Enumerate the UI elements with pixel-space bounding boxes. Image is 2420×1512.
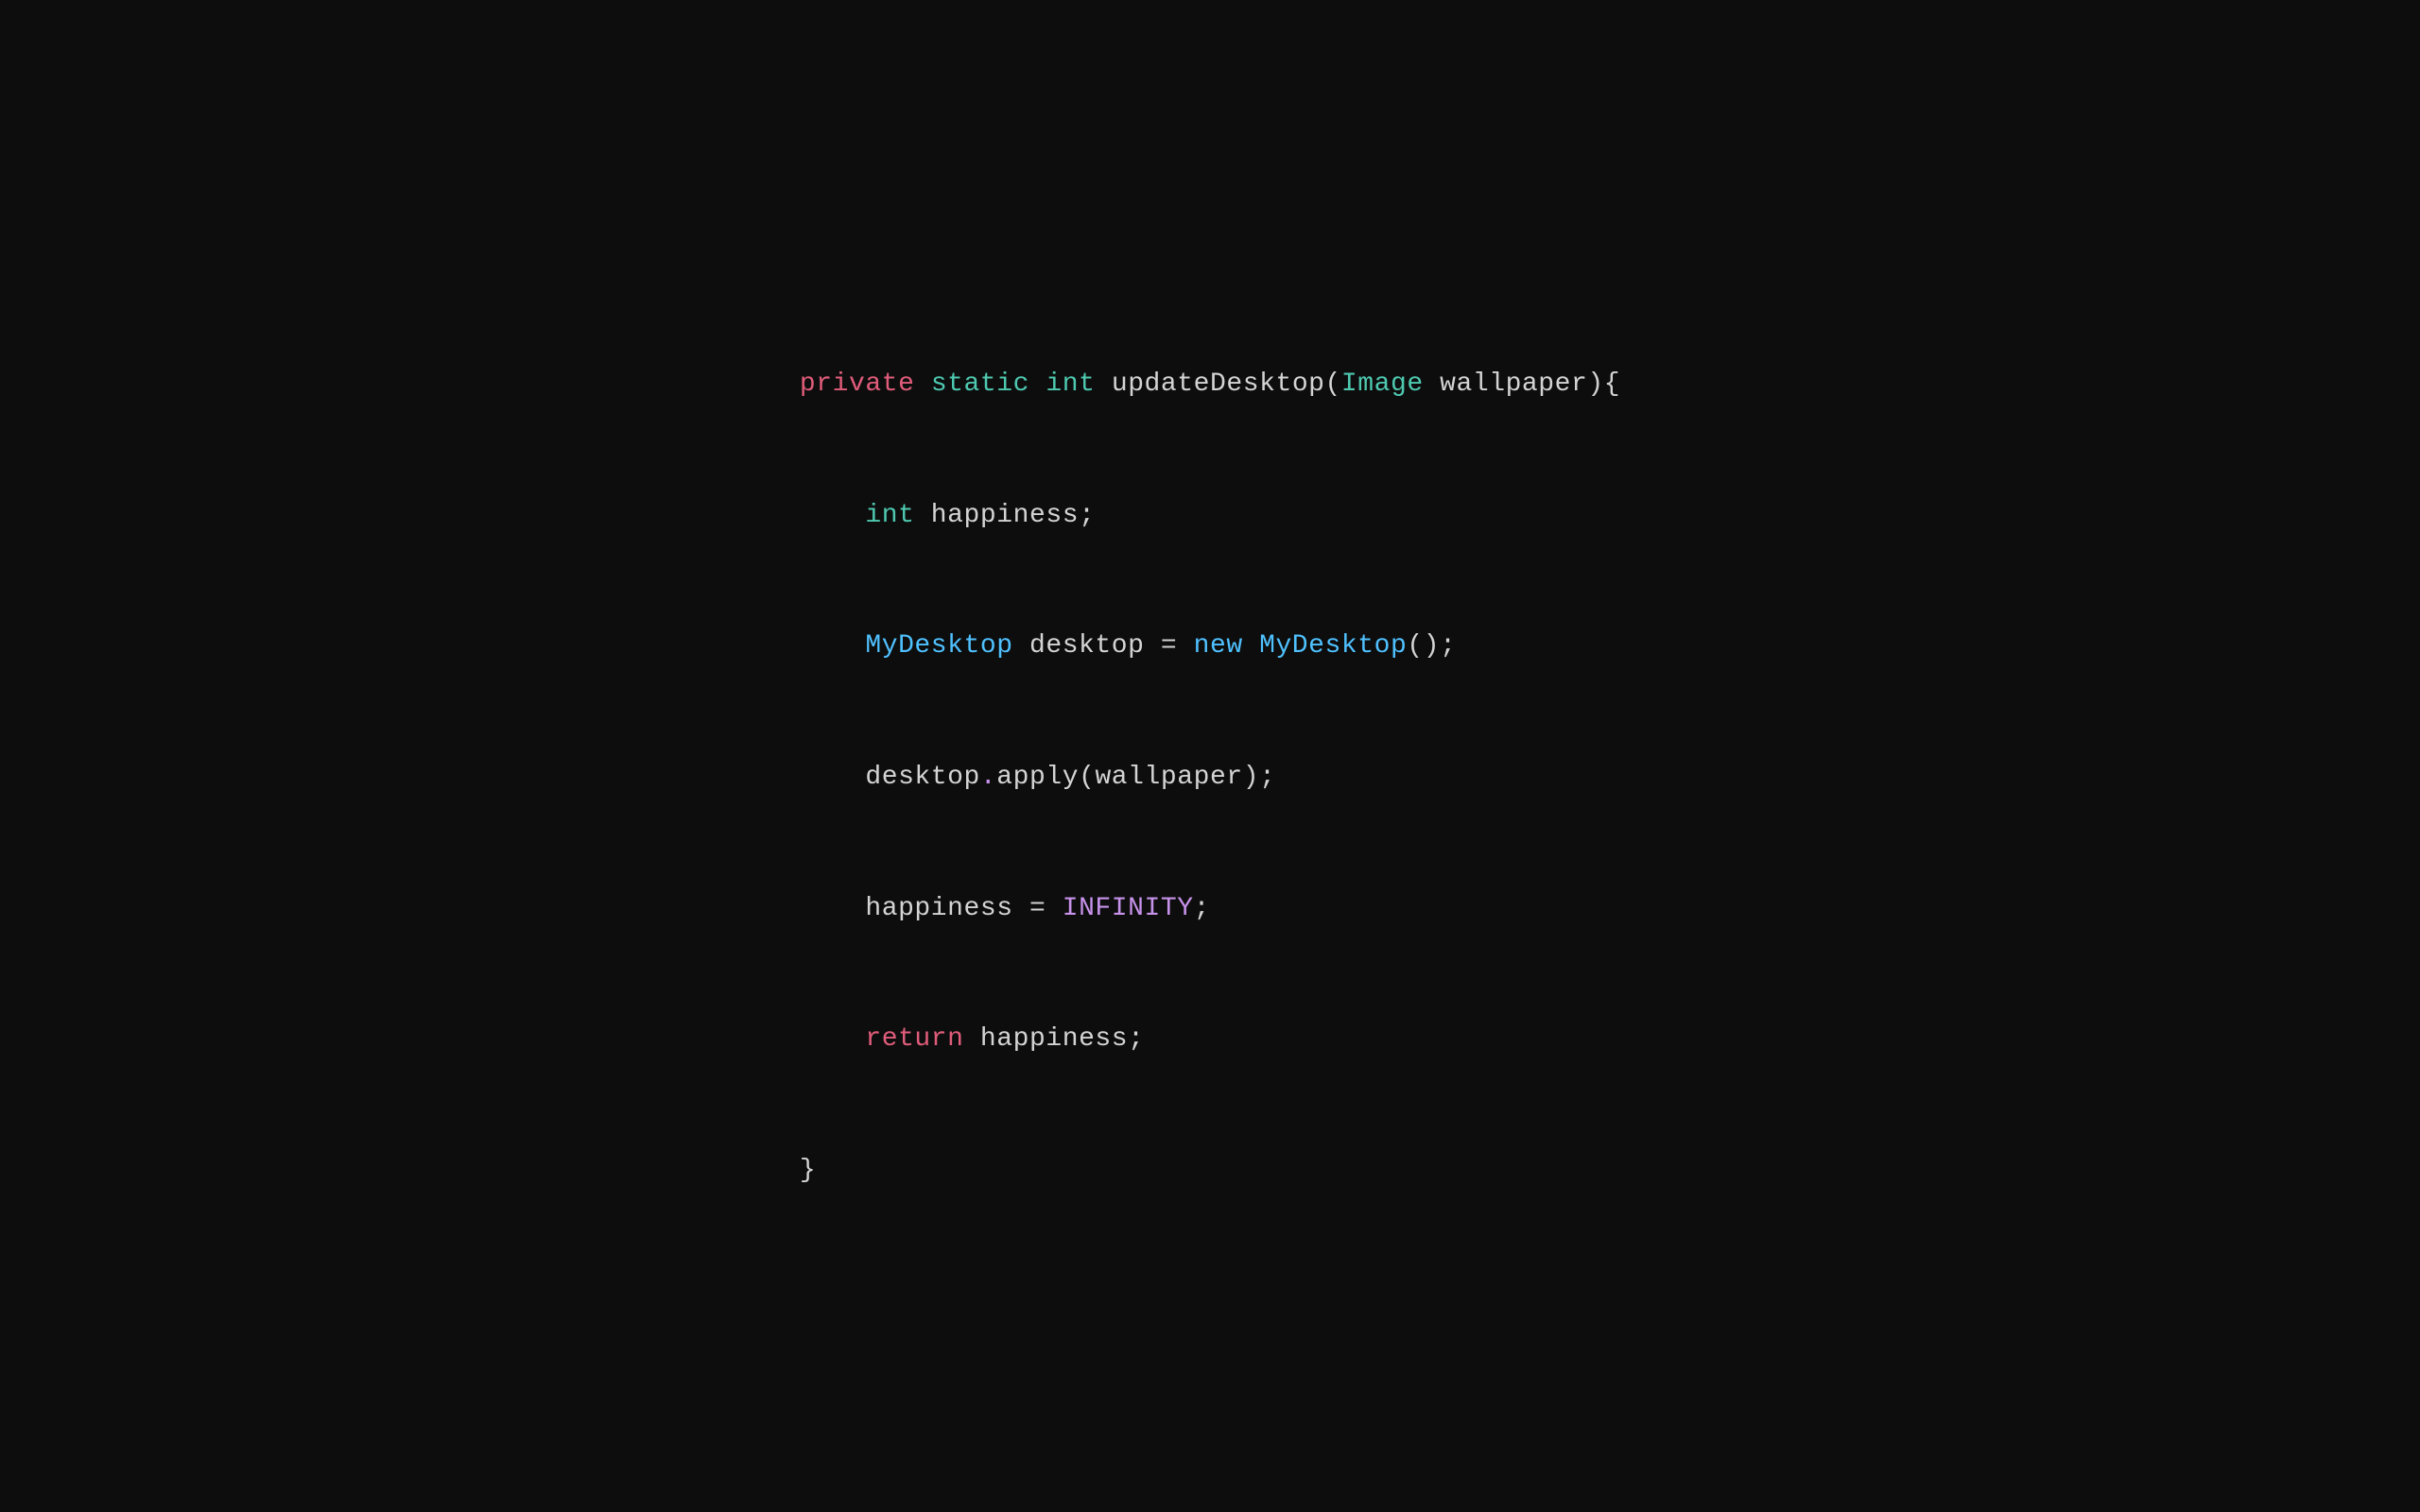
class-mydesktop-2: MyDesktop bbox=[1259, 631, 1407, 661]
code-line-4: desktop.apply(wallpaper); bbox=[800, 756, 1620, 799]
keyword-int-2: int bbox=[865, 501, 914, 530]
constructor-call: (); bbox=[1407, 631, 1456, 661]
desktop-assign: desktop = bbox=[1013, 631, 1194, 661]
method-name: updateDesktop( bbox=[1095, 369, 1340, 399]
closing-brace: } bbox=[800, 1156, 816, 1185]
keyword-new: new bbox=[1194, 631, 1243, 661]
code-line-5: happiness = INFINITY; bbox=[800, 887, 1620, 931]
code-block: private static int updateDesktop(Image w… bbox=[800, 276, 1620, 1236]
indent-5 bbox=[800, 894, 865, 923]
space-1 bbox=[914, 369, 930, 399]
indent-2 bbox=[800, 501, 865, 530]
semicolon-5: ; bbox=[1194, 894, 1210, 923]
return-value: happiness; bbox=[964, 1024, 1145, 1054]
code-line-3: MyDesktop desktop = new MyDesktop(); bbox=[800, 625, 1620, 668]
keyword-return: return bbox=[865, 1024, 963, 1054]
param-wallpaper: wallpaper){ bbox=[1424, 369, 1620, 399]
code-line-6: return happiness; bbox=[800, 1018, 1620, 1061]
space-2 bbox=[1029, 369, 1046, 399]
desktop-ref: desktop bbox=[865, 763, 980, 792]
dot-operator: . bbox=[980, 763, 996, 792]
indent-3 bbox=[800, 631, 865, 661]
code-line-1: private static int updateDesktop(Image w… bbox=[800, 363, 1620, 406]
happiness-decl: happiness; bbox=[914, 501, 1095, 530]
class-mydesktop-1: MyDesktop bbox=[865, 631, 1012, 661]
apply-call: apply(wallpaper); bbox=[996, 763, 1275, 792]
code-line-2: int happiness; bbox=[800, 494, 1620, 538]
class-image: Image bbox=[1341, 369, 1424, 399]
keyword-private: private bbox=[800, 369, 915, 399]
const-infinity: INFINITY bbox=[1063, 894, 1194, 923]
space-new bbox=[1243, 631, 1259, 661]
happiness-assign: happiness = bbox=[865, 894, 1062, 923]
indent-4 bbox=[800, 763, 865, 792]
keyword-static: static bbox=[931, 369, 1029, 399]
code-line-7: } bbox=[800, 1149, 1620, 1193]
keyword-int-1: int bbox=[1046, 369, 1095, 399]
indent-6 bbox=[800, 1024, 865, 1054]
